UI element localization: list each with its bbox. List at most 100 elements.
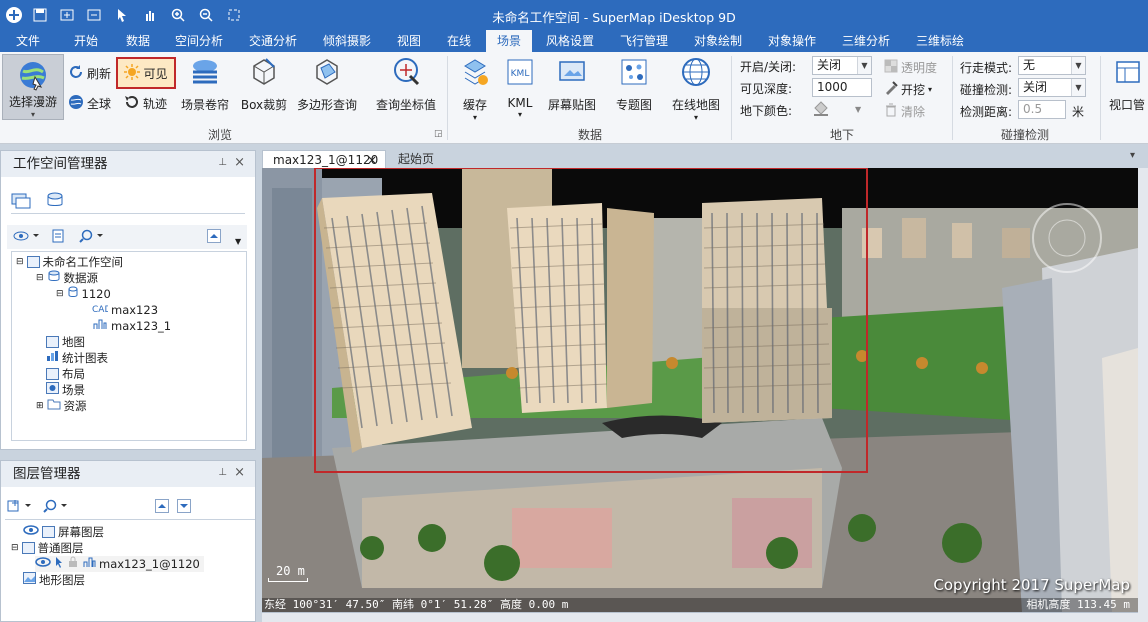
workspace-icon (26, 256, 40, 268)
tab-3d-plot[interactable]: 三维标绘 (910, 30, 970, 52)
search-icon[interactable] (79, 229, 105, 246)
window-title: 未命名工作空间 - SuperMap iDesktop 9D (492, 10, 736, 25)
tree-item-resources[interactable]: ⊞ 资源 (36, 398, 87, 414)
ground-color-picker[interactable]: ▼ (812, 100, 872, 119)
tab-start[interactable]: 开始 (64, 30, 108, 52)
refresh-icon (68, 64, 84, 83)
horizontal-scrollbar[interactable] (262, 612, 1138, 622)
layer-item-terrain[interactable]: 地形图层 (23, 572, 85, 588)
tree-item-workspace[interactable]: ⊟ 未命名工作空间 (16, 254, 123, 270)
layer-item-normal[interactable]: ⊟ 普通图层 (11, 540, 84, 556)
tab-3d-analysis[interactable]: 三维分析 (836, 30, 896, 52)
polygon-query-label: 多边形查询 (296, 98, 357, 112)
scene-curtain-label: 场景卷帘 (180, 98, 229, 112)
tab-file[interactable]: 文件 (6, 30, 50, 52)
tab-view[interactable]: 视图 (390, 30, 428, 52)
track-button[interactable]: 轨迹 (124, 94, 167, 113)
tree-label: 地图 (62, 335, 85, 349)
tree-item-max123[interactable]: CAD max123 (92, 302, 158, 318)
tab-scene[interactable]: 场景 (486, 30, 532, 52)
move-down-icon[interactable] (177, 499, 191, 516)
eye-dropdown-icon[interactable] (13, 229, 39, 246)
tree-label: max123_1@1120 (99, 557, 200, 571)
tree-item-layout[interactable]: 布局 (46, 366, 85, 382)
transparency-button[interactable]: 透明度 (884, 59, 937, 76)
layer-search-icon[interactable] (43, 499, 69, 516)
pin-icon[interactable]: ⊥ (218, 467, 227, 478)
database-icon[interactable] (45, 191, 65, 212)
tree-label: max123_1 (111, 319, 172, 333)
eye-icon (23, 524, 39, 540)
online-map-button[interactable]: 在线地图 ▾ (666, 56, 726, 122)
group-launcher-icon[interactable]: ◲ (434, 129, 443, 139)
distance-input[interactable]: 0.5 (1018, 100, 1066, 119)
box-clip-button[interactable]: Box裁剪 (238, 56, 290, 113)
close-icon[interactable]: × (367, 151, 377, 169)
pin-icon[interactable]: ⊥ (218, 157, 227, 168)
tree-item-chart[interactable]: 统计图表 (46, 350, 108, 366)
svg-text:KML: KML (511, 69, 530, 79)
chevron-down-icon[interactable]: ▾ (1130, 150, 1135, 161)
workspace-toolbar: ▼ (7, 225, 247, 249)
move-up-icon[interactable] (155, 499, 169, 516)
tab-draw-object[interactable]: 对象绘制 (688, 30, 748, 52)
globe-label: 全球 (87, 97, 112, 111)
tree-label: 未命名工作空间 (42, 255, 124, 269)
kml-button[interactable]: KML KML ▾ (500, 56, 540, 119)
doc-tab-start-page[interactable]: 起始页 (388, 150, 458, 168)
kml-label: KML (507, 96, 533, 110)
globe-button[interactable]: 全球 (68, 94, 111, 113)
thematic-button[interactable]: 专题图 (608, 56, 660, 113)
globe-roam-icon (17, 59, 49, 91)
screen-paste-button[interactable]: 屏幕贴图 (544, 56, 600, 113)
chevron-down-icon[interactable]: ▼ (235, 237, 241, 246)
polygon-query-icon (311, 56, 343, 88)
cache-button[interactable]: 缓存 ▾ (454, 56, 496, 122)
tree-item-map[interactable]: 地图 (46, 334, 85, 350)
separator (1100, 56, 1101, 140)
scene-view[interactable]: 20 m Copyright 2017 SuperMap (262, 168, 1138, 612)
tree-item-1120[interactable]: ⊟ 1120 (56, 286, 111, 302)
tab-data[interactable]: 数据 (116, 30, 160, 52)
coordinate-query-icon (390, 56, 422, 88)
dig-button[interactable]: 开挖 ▾ (884, 81, 932, 98)
layer-item-max123-1[interactable]: max123_1@1120 (35, 556, 204, 572)
online-map-label: 在线地图 (671, 98, 720, 112)
doc-tab-max123[interactable]: max123_1@1120 × (262, 150, 386, 168)
add-layer-icon[interactable] (7, 499, 33, 516)
query-coord-button[interactable]: 查询坐标值 (372, 56, 440, 113)
highlight-box (314, 168, 868, 473)
box-clip-icon (248, 56, 280, 88)
select-roam-button[interactable]: 选择漫游 ▾ (2, 54, 64, 120)
chevron-down-icon: ▾ (928, 85, 933, 94)
clear-button[interactable]: 清除 (884, 103, 925, 120)
visible-button[interactable]: 可见 (116, 57, 176, 89)
scene-curtain-button[interactable]: 场景卷帘 (176, 56, 234, 113)
collision-select[interactable]: 关闭 ▼ (1018, 78, 1086, 97)
viewport-button[interactable]: 视口管 (1106, 56, 1148, 113)
walk-mode-select[interactable]: 无 ▼ (1018, 56, 1086, 75)
layer-item-screen[interactable]: 屏幕图层 (23, 524, 104, 540)
close-icon[interactable]: × (234, 155, 245, 170)
tab-traffic-analysis[interactable]: 交通分析 (244, 30, 302, 52)
tree-item-max123-1[interactable]: max123_1 (92, 318, 171, 334)
document-icon[interactable] (51, 229, 65, 246)
close-icon[interactable]: × (234, 465, 245, 480)
tab-flight[interactable]: 飞行管理 (614, 30, 674, 52)
visible-depth-input[interactable]: 1000 (812, 78, 872, 97)
tab-spatial-analysis[interactable]: 空间分析 (170, 30, 228, 52)
workspace-view-icon[interactable] (11, 191, 31, 212)
tab-style[interactable]: 风格设置 (540, 30, 600, 52)
polygon-query-button[interactable]: 多边形查询 (294, 56, 360, 113)
tree-item-scene[interactable]: 场景 (46, 382, 85, 398)
tree-item-datasource[interactable]: ⊟ 数据源 (36, 270, 98, 286)
refresh-button[interactable]: 刷新 (68, 64, 111, 83)
tab-online[interactable]: 在线 (440, 30, 478, 52)
walk-mode-value: 无 (1023, 58, 1036, 72)
collapse-up-icon[interactable] (207, 229, 221, 246)
tab-object-ops[interactable]: 对象操作 (762, 30, 822, 52)
onoff-select[interactable]: 关闭 ▼ (812, 56, 872, 75)
visible-depth-label: 可见深度: (740, 82, 793, 96)
vertical-scrollbar[interactable] (1138, 168, 1148, 622)
tab-oblique[interactable]: 倾斜摄影 (318, 30, 376, 52)
